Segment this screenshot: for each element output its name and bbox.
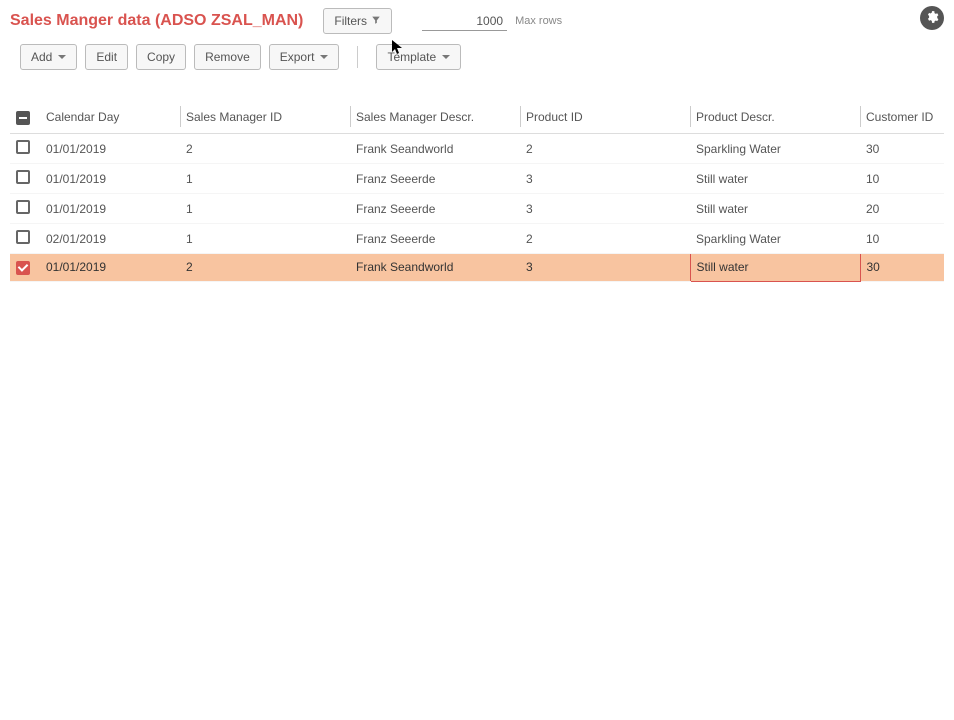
toolbar-divider (357, 46, 358, 68)
template-label: Template (387, 50, 436, 64)
col-calendar-day[interactable]: Calendar Day (40, 100, 180, 134)
max-rows-input[interactable] (422, 12, 507, 31)
copy-label: Copy (147, 50, 175, 64)
cell[interactable]: Franz Seeerde (350, 164, 520, 194)
cell[interactable]: 1 (180, 194, 350, 224)
col-product-id[interactable]: Product ID (520, 100, 690, 134)
chevron-down-icon (320, 55, 328, 59)
max-rows-label: Max rows (515, 15, 562, 27)
table-row[interactable]: 02/01/20191Franz Seeerde2Sparkling Water… (10, 224, 944, 254)
filters-button[interactable]: Filters (323, 8, 392, 34)
export-label: Export (280, 50, 315, 64)
cell[interactable]: 02/01/2019 (40, 224, 180, 254)
cell[interactable]: 30 (860, 254, 944, 282)
cell[interactable]: Frank Seandworld (350, 254, 520, 282)
table-row[interactable]: 01/01/20191Franz Seeerde3Still water20 (10, 194, 944, 224)
cell[interactable]: 01/01/2019 (40, 164, 180, 194)
cell[interactable]: Still water (690, 194, 860, 224)
edit-label: Edit (96, 50, 117, 64)
table-row[interactable]: 01/01/20192Frank Seandworld3Still water3… (10, 254, 944, 282)
cell[interactable]: 2 (520, 224, 690, 254)
cell[interactable]: Sparkling Water (690, 134, 860, 164)
cell[interactable]: 2 (180, 254, 350, 282)
chevron-down-icon (442, 55, 450, 59)
remove-label: Remove (205, 50, 250, 64)
chevron-down-icon (58, 55, 66, 59)
filter-icon (371, 14, 381, 28)
add-button[interactable]: Add (20, 44, 77, 70)
table-row[interactable]: 01/01/20192Frank Seandworld2Sparkling Wa… (10, 134, 944, 164)
cell[interactable]: 30 (860, 134, 944, 164)
col-sales-manager-id[interactable]: Sales Manager ID (180, 100, 350, 134)
page-title: Sales Manger data (ADSO ZSAL_MAN) (10, 12, 303, 30)
cell[interactable]: 01/01/2019 (40, 194, 180, 224)
row-checkbox[interactable] (16, 230, 30, 244)
cell[interactable]: 3 (520, 254, 690, 282)
cell[interactable]: 20 (860, 194, 944, 224)
edit-button[interactable]: Edit (85, 44, 128, 70)
cell[interactable]: 1 (180, 164, 350, 194)
row-checkbox[interactable] (16, 261, 30, 275)
cell[interactable]: 10 (860, 224, 944, 254)
cell[interactable]: 3 (520, 164, 690, 194)
settings-button[interactable] (920, 6, 944, 30)
cell[interactable]: 1 (180, 224, 350, 254)
row-checkbox[interactable] (16, 140, 30, 154)
table-row[interactable]: 01/01/20191Franz Seeerde3Still water10 (10, 164, 944, 194)
col-product-descr[interactable]: Product Descr. (690, 100, 860, 134)
remove-button[interactable]: Remove (194, 44, 261, 70)
cell[interactable]: Sparkling Water (690, 224, 860, 254)
copy-button[interactable]: Copy (136, 44, 186, 70)
col-sales-manager-descr[interactable]: Sales Manager Descr. (350, 100, 520, 134)
data-table: Calendar Day Sales Manager ID Sales Mana… (10, 100, 944, 282)
cell[interactable]: 01/01/2019 (40, 134, 180, 164)
template-button[interactable]: Template (376, 44, 461, 70)
cell[interactable]: Frank Seandworld (350, 134, 520, 164)
cell[interactable]: 2 (180, 134, 350, 164)
cell[interactable]: 10 (860, 164, 944, 194)
add-label: Add (31, 50, 52, 64)
cell[interactable]: 2 (520, 134, 690, 164)
cell[interactable]: Still water (690, 164, 860, 194)
gear-icon (925, 10, 939, 27)
cell[interactable]: Franz Seeerde (350, 194, 520, 224)
filters-label: Filters (334, 14, 367, 28)
row-checkbox[interactable] (16, 170, 30, 184)
col-customer-id[interactable]: Customer ID (860, 100, 944, 134)
cell[interactable]: Still water (690, 254, 860, 282)
select-all-checkbox[interactable] (16, 111, 30, 125)
cell[interactable]: Franz Seeerde (350, 224, 520, 254)
cell[interactable]: 3 (520, 194, 690, 224)
export-button[interactable]: Export (269, 44, 340, 70)
cell[interactable]: 01/01/2019 (40, 254, 180, 282)
row-checkbox[interactable] (16, 200, 30, 214)
